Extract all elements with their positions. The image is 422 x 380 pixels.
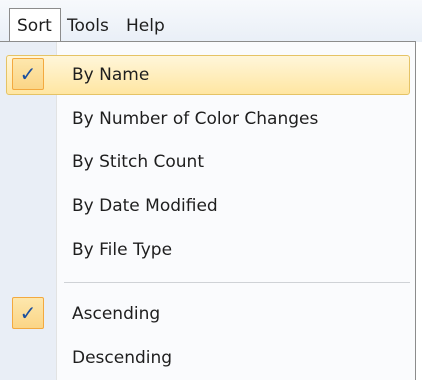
menu-item-label: By Name <box>72 65 150 85</box>
menu-item-label: Ascending <box>72 304 161 324</box>
menu-separator <box>64 282 410 283</box>
menu-help[interactable]: Help <box>126 13 165 39</box>
checkmark-icon: ✓ <box>12 297 44 329</box>
menu-bar: Sort Tools Help <box>0 0 422 42</box>
menu-tools[interactable]: Tools <box>67 13 109 39</box>
sort-dropdown-menu: ✓ By Name By Number of Color Changes By … <box>0 41 416 380</box>
menu-item-by-name[interactable]: ✓ By Name <box>6 55 410 95</box>
menu-item-by-date-modified[interactable]: By Date Modified <box>6 186 410 226</box>
menu-item-label: By Stitch Count <box>72 152 204 172</box>
menu-item-by-color-changes[interactable]: By Number of Color Changes <box>6 99 410 139</box>
menu-item-descending[interactable]: Descending <box>6 338 410 378</box>
menu-item-label: By Number of Color Changes <box>72 109 319 129</box>
menu-sort[interactable]: Sort <box>9 8 61 42</box>
menu-item-by-stitch-count[interactable]: By Stitch Count <box>6 142 410 182</box>
menu-item-ascending[interactable]: ✓ Ascending <box>6 294 410 334</box>
checkmark-icon: ✓ <box>12 58 44 90</box>
menu-item-label: Descending <box>72 348 173 368</box>
menu-item-by-file-type[interactable]: By File Type <box>6 230 410 270</box>
menu-item-label: By File Type <box>72 240 173 260</box>
menu-item-label: By Date Modified <box>72 196 218 216</box>
